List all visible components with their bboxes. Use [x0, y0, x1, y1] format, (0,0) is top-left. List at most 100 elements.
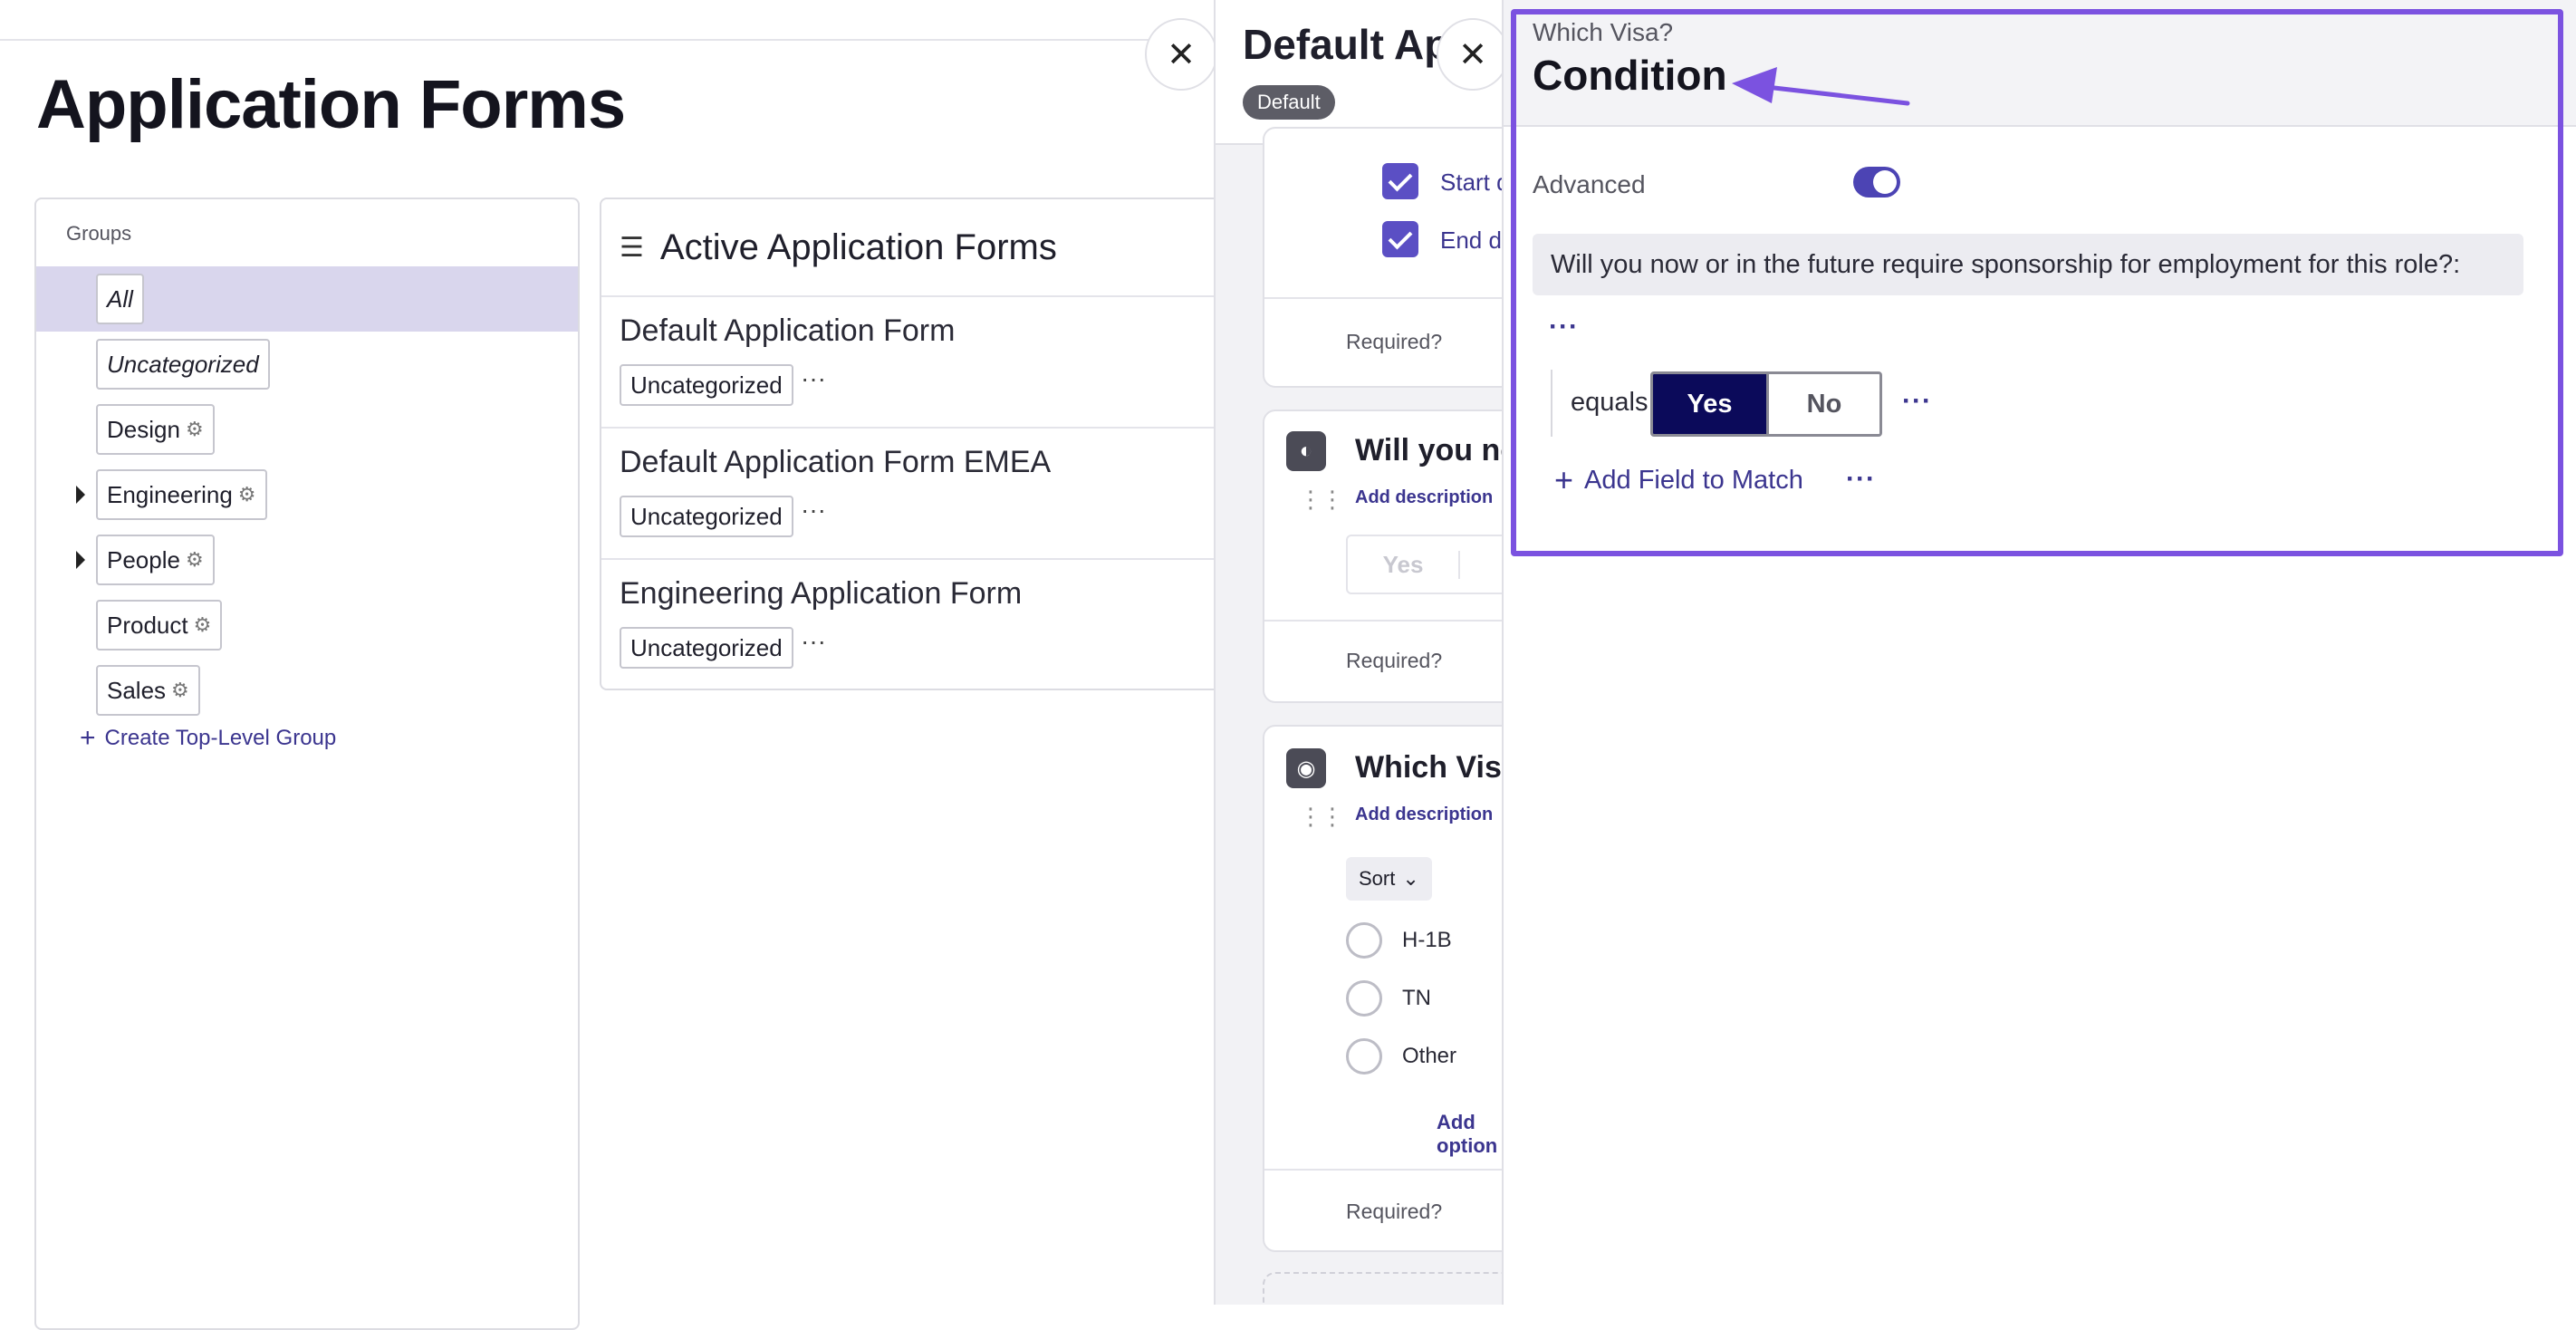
form-row[interactable]: Default Application Form Uncategorized ·…	[601, 297, 1232, 429]
close-icon: ✕	[1458, 35, 1487, 74]
group-row-design[interactable]: Design ⚙	[36, 397, 578, 462]
form-row[interactable]: Default Application Form EMEA Uncategori…	[601, 429, 1232, 560]
group-label: Uncategorized	[107, 350, 259, 378]
form-name[interactable]: Engineering Application Form	[620, 576, 1022, 612]
yes-no-preview: Yes	[1346, 535, 1504, 594]
add-description-link[interactable]: Add description	[1355, 487, 1493, 508]
required-label: Required?	[1346, 649, 1443, 672]
group-chip-all[interactable]: All	[96, 274, 144, 324]
drag-handle-icon[interactable]: ⋮⋮	[1299, 803, 1344, 831]
question-title[interactable]: Will you no	[1355, 433, 1504, 468]
expand-caret-icon[interactable]	[76, 486, 85, 504]
group-label: Sales	[107, 676, 167, 704]
plus-icon: +	[1554, 461, 1574, 498]
more-options-icon[interactable]: ···	[1846, 464, 1876, 495]
group-row-sales[interactable]: Sales ⚙	[36, 658, 578, 723]
option-radio[interactable]	[1346, 922, 1382, 959]
group-row-engineering[interactable]: Engineering ⚙	[36, 462, 578, 527]
expand-caret-icon[interactable]	[76, 551, 85, 569]
group-row-product[interactable]: Product ⚙	[36, 593, 578, 658]
yes-no-segmented-control[interactable]: Yes No	[1650, 371, 1882, 437]
option-label[interactable]: TN	[1402, 986, 1431, 1011]
more-options-icon[interactable]: ···	[801, 364, 826, 393]
no-option[interactable]: No	[1766, 374, 1879, 434]
drag-handle-icon[interactable]: ⋮⋮	[1299, 486, 1344, 514]
group-chip-uncategorized[interactable]: Uncategorized	[96, 339, 270, 390]
group-row-all[interactable]: All	[36, 266, 578, 332]
start-date-checkbox[interactable]	[1382, 163, 1418, 199]
question-title[interactable]: Which Visa	[1355, 750, 1504, 785]
advanced-label: Advanced	[1533, 170, 1646, 198]
sort-button[interactable]: Sort ⌄	[1346, 857, 1432, 901]
chevron-down-icon: ⌄	[1402, 867, 1419, 890]
group-row-people[interactable]: People ⚙	[36, 527, 578, 593]
add-option-link[interactable]: Add option	[1437, 1111, 1504, 1158]
option-radio[interactable]	[1346, 1038, 1382, 1075]
more-options-icon[interactable]: ···	[801, 496, 826, 525]
form-name[interactable]: Default Application Form EMEA	[620, 445, 1051, 480]
group-chip-engineering[interactable]: Engineering ⚙	[96, 469, 267, 520]
group-label: Engineering	[107, 480, 233, 508]
option-radio[interactable]	[1346, 980, 1382, 1017]
group-label: Product	[107, 611, 188, 639]
forms-title: Active Application Forms	[659, 226, 1057, 267]
team-icon: ⚙	[185, 418, 204, 440]
option-label[interactable]: Other	[1402, 1044, 1456, 1069]
more-options-icon[interactable]: ···	[801, 627, 826, 656]
radio-type-icon: ◉	[1286, 748, 1326, 788]
question-card-visa[interactable]: ◉ Which Visa ⋮⋮ Add description Sort ⌄ H…	[1263, 725, 1504, 1252]
start-date-label: Start dat	[1440, 169, 1504, 196]
yes-option-selected[interactable]: Yes	[1653, 374, 1766, 434]
add-question-dropzone[interactable]	[1263, 1272, 1504, 1305]
groups-title: Groups	[66, 222, 132, 245]
more-options-icon[interactable]: ···	[1549, 312, 1579, 342]
active-forms-panel: ☰ Active Application Forms Default Appli…	[600, 198, 1234, 690]
form-category-tag[interactable]: Uncategorized	[620, 364, 793, 406]
page-title: Application Forms	[36, 66, 626, 143]
group-label: People	[107, 545, 180, 573]
team-icon: ⚙	[193, 613, 212, 636]
close-drawer-button[interactable]: ✕	[1145, 18, 1217, 91]
form-row[interactable]: Engineering Application Form Uncategoriz…	[601, 560, 1232, 689]
question-card-sponsorship[interactable]: ◐ Will you no ⋮⋮ Add description Yes Req…	[1263, 410, 1504, 703]
divider	[1264, 1169, 1504, 1171]
add-field-to-match-button[interactable]: + Add Field to Match	[1554, 464, 1803, 496]
top-divider	[0, 39, 1214, 41]
divider	[1264, 620, 1504, 622]
group-chip-product[interactable]: Product ⚙	[96, 600, 223, 651]
annotation-arrow-icon	[1732, 67, 1910, 106]
list-icon: ☰	[620, 232, 644, 263]
create-top-level-group-link[interactable]: + Create Top-Level Group	[80, 725, 336, 752]
close-condition-button[interactable]: ✕	[1437, 18, 1509, 91]
advanced-toggle[interactable]	[1853, 167, 1900, 198]
condition-header: Which Visa? Condition	[1504, 0, 2576, 127]
group-label: All	[107, 284, 133, 313]
form-editor-drawer: Default Ap Default Start dat End date Re…	[1214, 0, 1504, 1305]
form-category-tag[interactable]: Uncategorized	[620, 627, 793, 669]
group-chip-design[interactable]: Design ⚙	[96, 404, 215, 455]
form-name[interactable]: Default Application Form	[620, 313, 955, 349]
team-icon: ⚙	[185, 548, 204, 571]
end-date-checkbox[interactable]	[1382, 221, 1418, 257]
drawer-title: Default Ap	[1243, 21, 1450, 68]
add-field-label: Add Field to Match	[1584, 465, 1803, 495]
group-row-uncategorized[interactable]: Uncategorized	[36, 332, 578, 397]
forms-header: ☰ Active Application Forms	[601, 199, 1232, 297]
group-label: Design	[107, 415, 180, 443]
condition-title: Condition	[1533, 52, 1727, 99]
sort-label: Sort	[1359, 867, 1396, 890]
team-icon: ⚙	[171, 679, 189, 701]
nesting-line	[1551, 370, 1552, 437]
group-chip-people[interactable]: People ⚙	[96, 535, 215, 585]
create-group-label: Create Top-Level Group	[104, 726, 337, 750]
yes-preview-label: Yes	[1348, 550, 1460, 579]
team-icon: ⚙	[237, 483, 256, 506]
more-options-icon[interactable]: ···	[1902, 386, 1932, 417]
group-chip-sales[interactable]: Sales ⚙	[96, 665, 200, 716]
form-category-tag[interactable]: Uncategorized	[620, 496, 793, 537]
end-date-label: End date	[1440, 226, 1504, 254]
option-label[interactable]: H-1B	[1402, 928, 1452, 953]
condition-field[interactable]: Will you now or in the future require sp…	[1533, 234, 2523, 295]
add-description-link[interactable]: Add description	[1355, 805, 1493, 825]
close-icon: ✕	[1167, 35, 1196, 74]
